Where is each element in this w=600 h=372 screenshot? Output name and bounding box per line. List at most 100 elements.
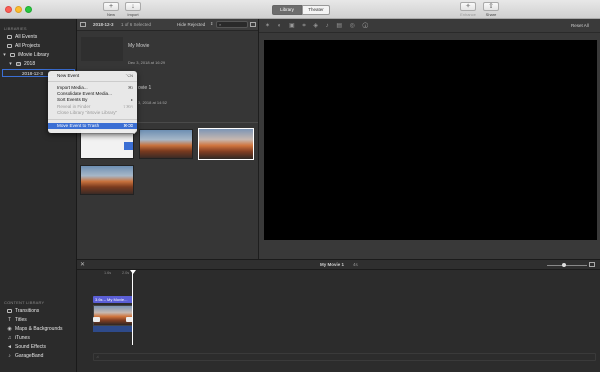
project-thumbnail[interactable] bbox=[81, 37, 123, 61]
project-name: My Movie 1 bbox=[320, 262, 345, 267]
menu-item-label: Close Library "iMovie Library" bbox=[57, 110, 118, 115]
audio-track bbox=[93, 326, 133, 332]
sidebar-item-2018[interactable]: ▾ 2018 bbox=[8, 61, 35, 67]
disclosure-down-icon: ▾ bbox=[3, 52, 6, 58]
transition-icon[interactable] bbox=[93, 317, 100, 322]
film-icon bbox=[7, 35, 12, 39]
timeline[interactable]: 1.6s 2.0s 3.6s – My Movie... ♫ bbox=[77, 270, 600, 372]
film-icon bbox=[7, 44, 12, 48]
sidebar-item-maps-backgrounds[interactable]: ◉ Maps & Backgrounds bbox=[7, 326, 62, 332]
new-label: New bbox=[106, 12, 115, 17]
playhead[interactable] bbox=[132, 270, 133, 345]
search-field[interactable]: ⌕ bbox=[216, 21, 248, 28]
sidebar-item-sound-effects[interactable]: ◄ Sound Effects bbox=[7, 344, 46, 350]
clip-thumbnail-screenshot[interactable] bbox=[80, 129, 135, 159]
disclosure-down-icon: ▾ bbox=[9, 61, 12, 67]
tab-library[interactable]: Library bbox=[272, 5, 302, 15]
sidebar-item-label: iTunes bbox=[15, 335, 30, 341]
project-date: 3, 2018 at 14:52 bbox=[138, 100, 167, 105]
menu-item-label: Consolidate Event Media... bbox=[57, 91, 112, 96]
guitar-icon: ♪ bbox=[8, 353, 11, 359]
sidebar-item-transitions[interactable]: Transitions bbox=[7, 308, 39, 314]
reset-all-button[interactable]: Reset All bbox=[571, 23, 589, 28]
menu-item-new-event[interactable]: New Event ⌥N bbox=[48, 73, 137, 79]
sidebar-item-label: Titles bbox=[15, 317, 27, 323]
speaker-icon: ◄ bbox=[7, 344, 12, 350]
import-label: Import bbox=[127, 12, 139, 17]
menu-separator bbox=[48, 81, 137, 82]
clip-thumbnail-landscape[interactable] bbox=[139, 129, 193, 159]
sidebar-item-label: Sound Effects bbox=[15, 344, 47, 350]
project-date: Dec 3, 2018 at 16:29 bbox=[128, 60, 166, 65]
search-icon: ⌕ bbox=[219, 22, 222, 27]
view-settings-icon[interactable] bbox=[250, 22, 256, 27]
adjustment-tools-icon[interactable]: ✶ ◐ ▣ ⌗ ◈ ♪ ▤ ◎ ⓘ bbox=[265, 22, 371, 30]
minimize-window-button[interactable] bbox=[15, 6, 22, 13]
project-title[interactable]: ovie 1 bbox=[138, 85, 151, 91]
menu-item-label: Import Media... bbox=[57, 85, 88, 90]
project-duration: 4s bbox=[353, 262, 358, 267]
zoom-window-button[interactable] bbox=[25, 6, 32, 13]
download-arrow-icon: ↓ bbox=[131, 3, 135, 10]
filter-dropdown[interactable]: Hide Rejected bbox=[177, 22, 205, 27]
sidebar-item-label: All Events bbox=[15, 34, 38, 40]
thumbnail-accent bbox=[124, 142, 133, 150]
music-note-icon: ♫ bbox=[7, 335, 12, 341]
magic-wand-icon: ✦ bbox=[465, 3, 471, 10]
menu-item-close-library: Close Library "iMovie Library" bbox=[48, 110, 137, 116]
timeline-settings-icon[interactable] bbox=[589, 262, 595, 267]
sidebar-item-garageband[interactable]: ♪ GarageBand bbox=[7, 353, 43, 359]
enhance-button[interactable]: ✦ bbox=[460, 2, 476, 11]
sidebar-item-imovie-library[interactable]: ▾ iMovie Library bbox=[2, 52, 49, 58]
tab-theater[interactable]: Theater bbox=[302, 5, 330, 15]
project-title[interactable]: My Movie bbox=[128, 43, 149, 49]
video-viewer[interactable] bbox=[264, 40, 597, 240]
sidebar-item-itunes[interactable]: ♫ iTunes bbox=[7, 335, 30, 341]
zoom-slider-thumb[interactable] bbox=[562, 263, 566, 267]
sidebar-item-titles[interactable]: T Titles bbox=[7, 317, 27, 323]
sidebar-item-label: Transitions bbox=[15, 308, 40, 314]
menu-item-move-event-to-trash[interactable]: Move Event to Trash ⌘⌫ bbox=[48, 123, 137, 129]
clip-thumbnail-landscape-selected[interactable] bbox=[198, 128, 254, 160]
menu-shortcut: ⌥N bbox=[125, 73, 134, 78]
content-library-header: CONTENT LIBRARY bbox=[4, 300, 45, 305]
event-name: 2018-12-3 bbox=[93, 22, 114, 27]
sidebar-item-label: All Projects bbox=[15, 43, 41, 49]
titles-icon: T bbox=[7, 317, 12, 323]
new-button[interactable]: + bbox=[103, 2, 119, 11]
chevron-updown-icon: ⇕ bbox=[210, 21, 214, 26]
selection-count: 1 of 6 Selected bbox=[121, 22, 152, 27]
plus-icon: + bbox=[108, 3, 114, 10]
sidebar-item-label: iMovie Library bbox=[18, 52, 50, 58]
menu-item-label: Reveal in Finder bbox=[57, 104, 91, 109]
sidebar-item-all-events[interactable]: All Events bbox=[7, 34, 37, 40]
zoom-slider-track[interactable] bbox=[547, 265, 587, 266]
browser-toolbar: 2018-12-3 1 of 6 Selected Hide Rejected … bbox=[77, 19, 258, 31]
time-tick: 1.6s bbox=[104, 271, 112, 275]
share-button[interactable]: ⇧ bbox=[483, 2, 499, 11]
menu-separator bbox=[48, 119, 137, 120]
sidebar-item-all-projects[interactable]: All Projects bbox=[7, 43, 40, 49]
window-toolbar: + New ↓ Import Library Theater ✦ Enhance… bbox=[0, 0, 600, 19]
sidebar-toggle-icon[interactable] bbox=[80, 22, 86, 27]
library-icon bbox=[10, 53, 15, 57]
menu-shortcut: ⌘⌫ bbox=[123, 123, 133, 128]
video-clip[interactable] bbox=[93, 305, 133, 326]
globe-icon: ◉ bbox=[7, 326, 12, 332]
sidebar-item-label: 2018 bbox=[24, 61, 36, 67]
menu-item-sort-events-by[interactable]: Sort Events By ▸ bbox=[48, 97, 137, 103]
close-window-button[interactable] bbox=[5, 6, 12, 13]
playhead-marker-icon[interactable] bbox=[130, 270, 136, 274]
menu-item-label: Sort Events By bbox=[57, 97, 88, 102]
time-tick: 2.0s bbox=[122, 271, 130, 275]
timeline-header: ✕ My Movie 1 4s bbox=[77, 259, 600, 270]
title-clip[interactable]: 3.6s – My Movie... bbox=[93, 296, 133, 303]
import-button[interactable]: ↓ bbox=[125, 2, 141, 11]
background-music-well[interactable]: ♫ bbox=[93, 353, 596, 361]
clip-thumbnail-landscape[interactable] bbox=[80, 165, 134, 195]
close-icon[interactable]: ✕ bbox=[80, 261, 85, 268]
sidebar-item-label: 2018-12-3 bbox=[22, 70, 43, 76]
menu-item-label: Move Event to Trash bbox=[57, 123, 100, 128]
folder-icon bbox=[16, 62, 21, 66]
context-menu: New Event ⌥N Import Media... ⌘I Consolidat… bbox=[48, 71, 137, 133]
